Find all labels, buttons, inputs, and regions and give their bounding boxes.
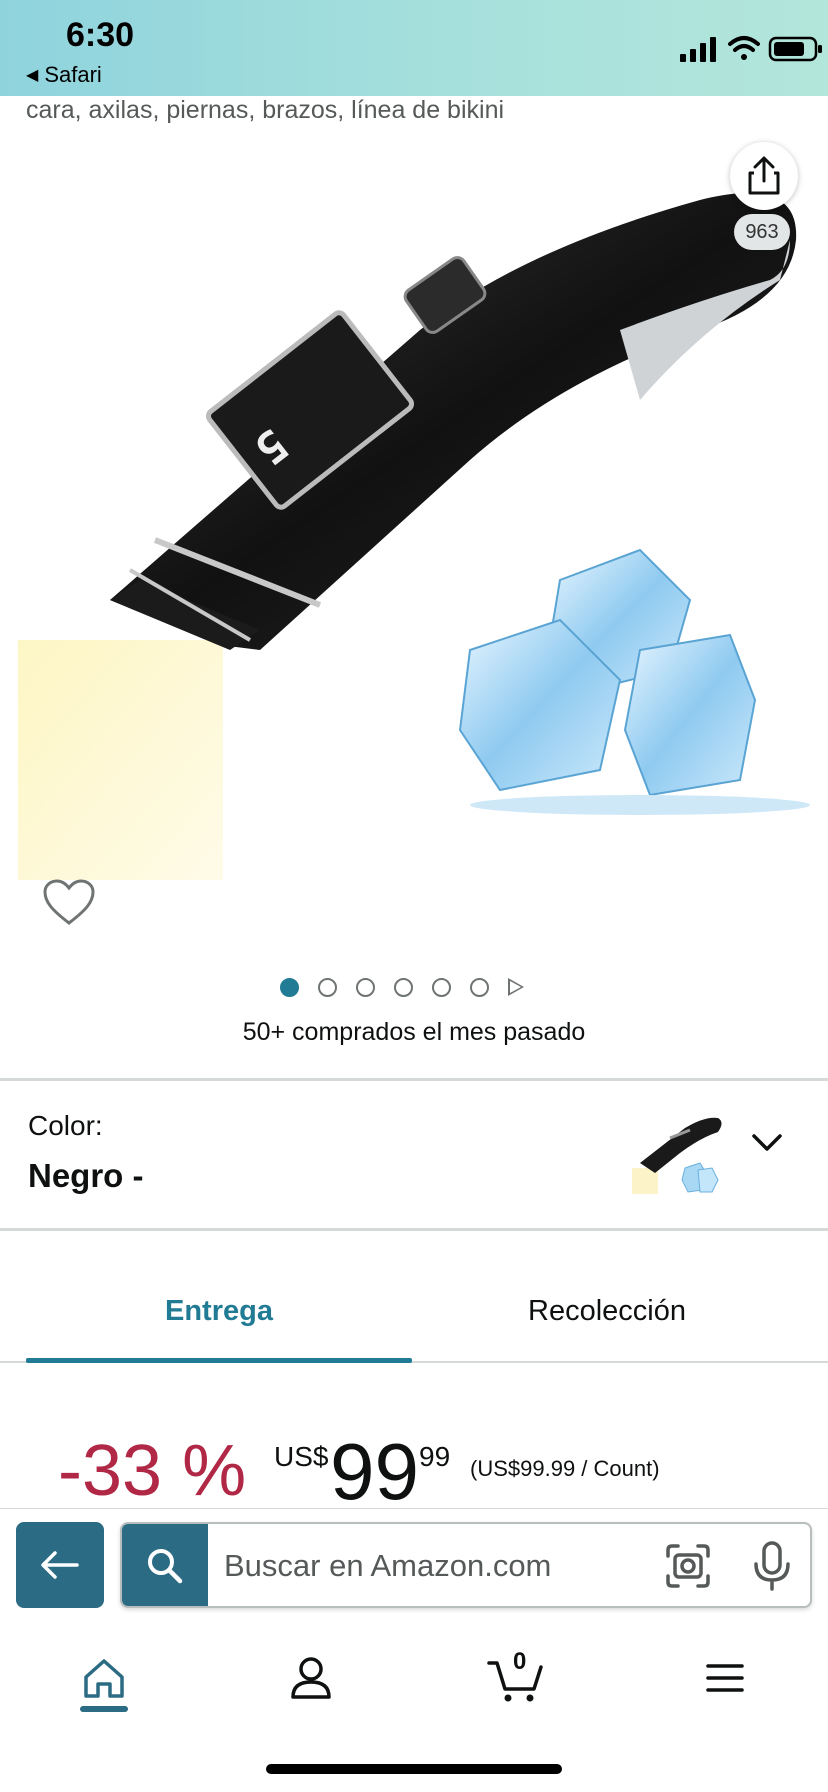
- light-glow: [18, 640, 223, 880]
- arrow-left-icon: [41, 1551, 79, 1579]
- nav-home-indicator: [80, 1706, 128, 1712]
- product-subtitle: cara, axilas, piernas, brazos, línea de …: [26, 96, 505, 124]
- back-triangle-icon: ◀: [26, 67, 39, 84]
- divider: [0, 1228, 828, 1231]
- color-value: Negro -: [28, 1157, 144, 1194]
- microphone-icon[interactable]: [750, 1540, 794, 1592]
- color-label: Color:: [28, 1110, 103, 1141]
- tab-entrega[interactable]: Entrega: [26, 1295, 412, 1328]
- active-tab-indicator: [26, 1358, 412, 1363]
- unit-price: (US$99.99 / Count): [470, 1456, 660, 1481]
- back-button[interactable]: [16, 1522, 104, 1608]
- price-fraction: 99: [419, 1441, 451, 1472]
- back-app-label: Safari: [44, 62, 102, 87]
- video-play-icon[interactable]: [508, 978, 524, 996]
- chevron-down-icon: [752, 1134, 782, 1151]
- color-thumbnail: [632, 1117, 722, 1194]
- image-pagination: [280, 976, 524, 998]
- status-icons: [680, 36, 822, 62]
- back-to-safari-link[interactable]: ◀ Safari: [26, 62, 102, 88]
- search-input[interactable]: Buscar en Amazon.com: [224, 1548, 551, 1584]
- image-dot-2[interactable]: [318, 977, 337, 997]
- divider: [0, 1078, 828, 1081]
- nav-account[interactable]: [275, 1642, 347, 1714]
- nav-menu[interactable]: [689, 1642, 761, 1714]
- search-button[interactable]: [122, 1524, 208, 1606]
- product-image[interactable]: 5: [0, 130, 828, 890]
- image-dot-1[interactable]: [280, 977, 299, 997]
- image-dot-4[interactable]: [394, 977, 413, 997]
- cart-count: 0: [513, 1648, 527, 1675]
- battery-icon: [768, 36, 822, 62]
- share-button[interactable]: [730, 142, 798, 210]
- person-icon: [291, 1657, 331, 1699]
- share-count-badge: 963: [734, 214, 790, 250]
- image-dot-6[interactable]: [470, 977, 489, 997]
- price-whole: 99: [330, 1427, 419, 1516]
- camera-lens-icon[interactable]: [662, 1540, 714, 1592]
- cellular-signal-icon: [680, 37, 716, 62]
- status-bar: 6:30 ◀ Safari: [0, 0, 828, 96]
- wifi-icon: [728, 36, 760, 60]
- home-icon: [84, 1659, 124, 1698]
- wishlist-heart-icon[interactable]: [42, 878, 96, 928]
- hamburger-menu-icon: [706, 1664, 744, 1692]
- image-dot-5[interactable]: [432, 977, 451, 997]
- price-currency: US$: [274, 1441, 329, 1472]
- nav-home[interactable]: [68, 1642, 140, 1714]
- status-time: 6:30: [66, 16, 135, 54]
- bought-count: 50+ comprados el mes pasado: [242, 1018, 586, 1046]
- home-indicator: [266, 1764, 562, 1774]
- tab-recoleccion[interactable]: Recolección: [412, 1295, 802, 1328]
- image-dot-3[interactable]: [356, 977, 375, 997]
- discount-percent: -33 %: [58, 1431, 247, 1511]
- search-icon: [148, 1549, 183, 1584]
- nav-cart[interactable]: 0: [480, 1642, 552, 1714]
- share-icon: [748, 156, 780, 195]
- search-bar[interactable]: Buscar en Amazon.com: [120, 1522, 812, 1608]
- ice-cubes: [458, 548, 810, 815]
